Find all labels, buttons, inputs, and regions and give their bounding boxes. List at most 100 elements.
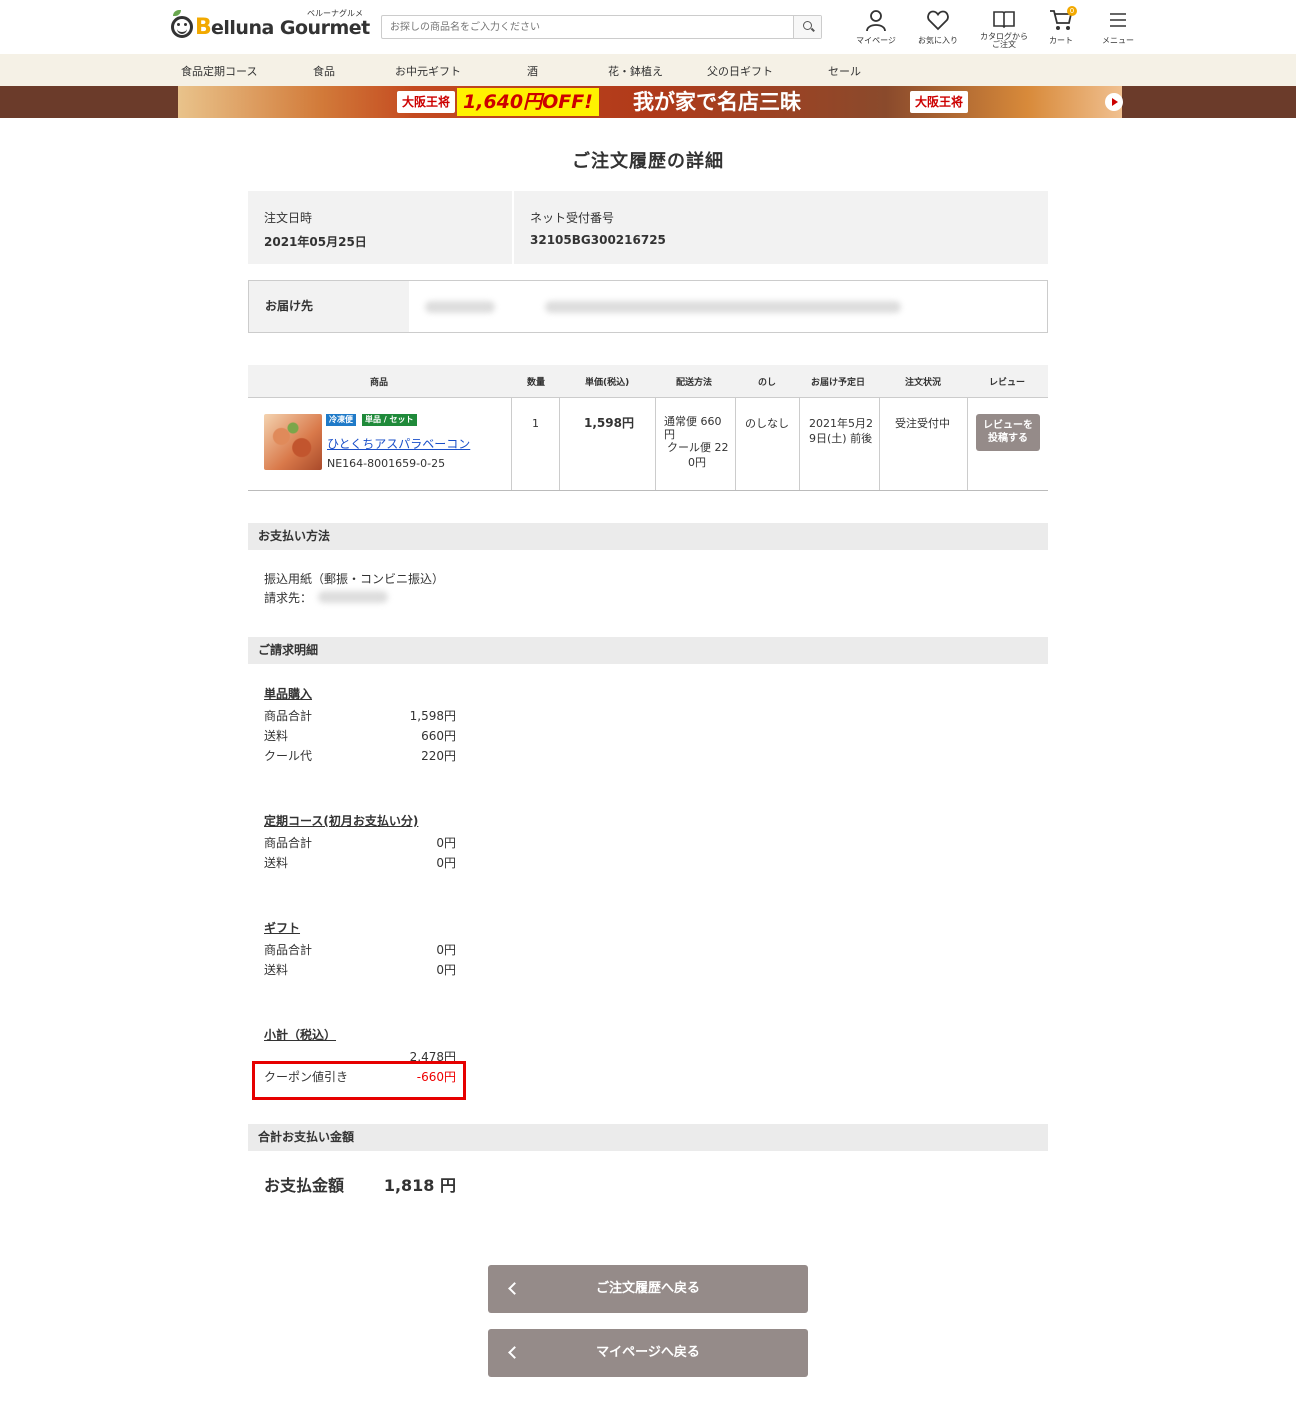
favorite-label: お気に入り (918, 36, 958, 45)
product-thumbnail[interactable] (264, 414, 322, 470)
col-product: 商品 (370, 378, 389, 388)
nav-item-fathers-day[interactable]: 父の日ギフト (707, 63, 773, 79)
nav-item-subscription[interactable]: 食品定期コース (181, 63, 257, 79)
review-line: レビューを (983, 420, 1033, 431)
gift-shipping-label: 送料 (264, 963, 289, 977)
nav-item-food[interactable]: 食品 (313, 63, 335, 79)
delivery-address: お届け先 (248, 280, 1048, 333)
single-shipping-value: 660円 (421, 729, 456, 743)
category-nav: 食品定期コース 食品 お中元ギフト 酒 花・鉢植え 父の日ギフト セール (0, 54, 1296, 86)
back-to-mypage-button[interactable]: マイページへ戻る (488, 1329, 808, 1377)
table-header: 商品 数量 単価(税込) 配送方法 のし お届け予定日 注文状況 レビュー (248, 365, 1048, 398)
single-shipping-label: 送料 (264, 729, 289, 743)
banner-image: 大阪王将 1,640円OFF! 我が家で名店三昧 大阪王将 (178, 86, 1123, 118)
smile-logo-icon (171, 16, 193, 38)
hamburger-icon (1106, 8, 1130, 32)
banner-arrow-icon[interactable] (1105, 93, 1123, 111)
catalog-label-line2: ご注文 (992, 40, 1016, 49)
subscription-shipping-value: 0円 (436, 856, 456, 870)
site-header: B elluna Gourmet ベルーナグルメ マイページ お気に入り カタロ… (0, 0, 1296, 54)
subtotal-title: 小計（税込） (264, 1028, 337, 1042)
mypage-label: マイページ (856, 36, 896, 45)
item-price: 1,598円 (584, 416, 634, 430)
single-subtotal-label: 商品合計 (264, 709, 313, 723)
single-subtotal-value: 1,598円 (409, 709, 456, 723)
shipping-line: 円 (664, 428, 675, 441)
banner-title: 我が家で名店三昧 (633, 89, 801, 114)
back-to-order-history-button[interactable]: ご注文履歴へ戻る (488, 1265, 808, 1313)
item-qty: 1 (532, 417, 539, 430)
search-input[interactable] (382, 16, 793, 38)
mypage-link[interactable]: マイページ (848, 8, 904, 48)
col-divider (655, 398, 656, 490)
menu-label: メニュー (1102, 36, 1134, 45)
gift-subtotal-value: 0円 (436, 943, 456, 957)
item-shipping: 通常便 660 円 クール便 22 0円 (664, 414, 730, 470)
cart-count-badge: 0 (1067, 6, 1077, 16)
favorite-link[interactable]: お気に入り (910, 8, 966, 48)
order-items-table: 商品 数量 単価(税込) 配送方法 のし お届け予定日 注文状況 レビュー 冷凍… (248, 365, 1048, 491)
redacted-address (545, 301, 901, 313)
subscription-shipping-label: 送料 (264, 856, 289, 870)
tag-frozen: 冷凍便 (326, 414, 356, 426)
col-divider (735, 398, 736, 490)
col-review: レビュー (989, 378, 1026, 388)
menu-button[interactable]: メニュー (1090, 8, 1146, 48)
nav-item-summer-gift[interactable]: お中元ギフト (395, 63, 461, 79)
total-amount-heading: 合計お支払い金額 (248, 1124, 1048, 1151)
shipping-line: 通常便 660 (664, 415, 722, 428)
gift-shipping-value: 0円 (436, 963, 456, 977)
catalog-order-link[interactable]: カタログから ご注文 (976, 8, 1032, 49)
subscription-title: 定期コース(初月お支払い分) (264, 814, 419, 828)
col-shipping: 配送方法 (676, 378, 713, 388)
back-to-mypage-label: マイページへ戻る (596, 1345, 700, 1360)
cart-link[interactable]: 0 カート (1033, 6, 1089, 48)
shipping-line: クール便 22 (667, 441, 729, 454)
col-price: 単価(税込) (585, 378, 630, 388)
nav-item-sale[interactable]: セール (828, 63, 861, 79)
order-date-label: 注文日時 (264, 211, 313, 225)
banner-discount: 1,640円OFF! (457, 88, 599, 116)
col-divider (967, 398, 968, 490)
search-button[interactable] (793, 16, 821, 38)
cart-label: カート (1049, 36, 1073, 45)
col-divider (511, 398, 512, 490)
subscription-subtotal-label: 商品合計 (264, 836, 313, 850)
order-date-value: 2021年05月25日 (264, 235, 367, 249)
post-review-button[interactable]: レビューを 投稿する (976, 414, 1040, 451)
total-amount-label: お支払金額 (264, 1176, 345, 1195)
back-to-order-history-label: ご注文履歴へ戻る (595, 1281, 700, 1296)
date-line: 9日(土) 前後 (809, 432, 873, 445)
delivery-label: お届け先 (249, 281, 409, 332)
user-icon (864, 8, 888, 32)
logo-b: B (195, 15, 212, 40)
order-number-label: ネット受付番号 (530, 211, 615, 225)
order-info: 注文日時 2021年05月25日 ネット受付番号 32105BG30021672… (248, 191, 1048, 264)
heart-icon (926, 8, 950, 32)
nav-item-flowers[interactable]: 花・鉢植え (608, 63, 663, 79)
order-number-value: 32105BG300216725 (530, 233, 666, 247)
billing-details-heading: ご請求明細 (248, 637, 1048, 664)
redacted-name (425, 301, 495, 313)
tag-single-set: 単品 / セット (362, 414, 417, 426)
promo-banner[interactable]: 大阪王将 1,640円OFF! 我が家で名店三昧 大阪王将 (0, 86, 1296, 118)
review-line: 投稿する (988, 433, 1028, 444)
single-cool-label: クール代 (264, 749, 313, 763)
col-status: 注文状況 (905, 378, 942, 388)
billing-to-label: 請求先： (264, 591, 313, 605)
total-amount-value: 1,818 円 (383, 1176, 456, 1195)
site-logo[interactable]: B elluna Gourmet ベルーナグルメ (171, 9, 371, 42)
nav-item-alcohol[interactable]: 酒 (527, 63, 538, 79)
date-line: 2021年5月2 (809, 417, 873, 430)
page-title: ご注文履歴の詳細 (572, 151, 724, 172)
banner-badge-1: 大阪王将 (397, 91, 456, 113)
col-delivery-date: お届け予定日 (811, 378, 866, 388)
shipping-line: 0円 (688, 456, 706, 469)
subscription-subtotal-value: 0円 (436, 836, 456, 850)
banner-badge-2: 大阪王将 (910, 91, 969, 113)
col-divider (879, 398, 880, 490)
product-link[interactable]: ひとくちアスパラベーコン (327, 435, 470, 452)
product-code: NE164-8001659-0-25 (327, 457, 446, 470)
logo-kana: ベルーナグルメ (307, 9, 363, 18)
book-icon (992, 8, 1016, 32)
